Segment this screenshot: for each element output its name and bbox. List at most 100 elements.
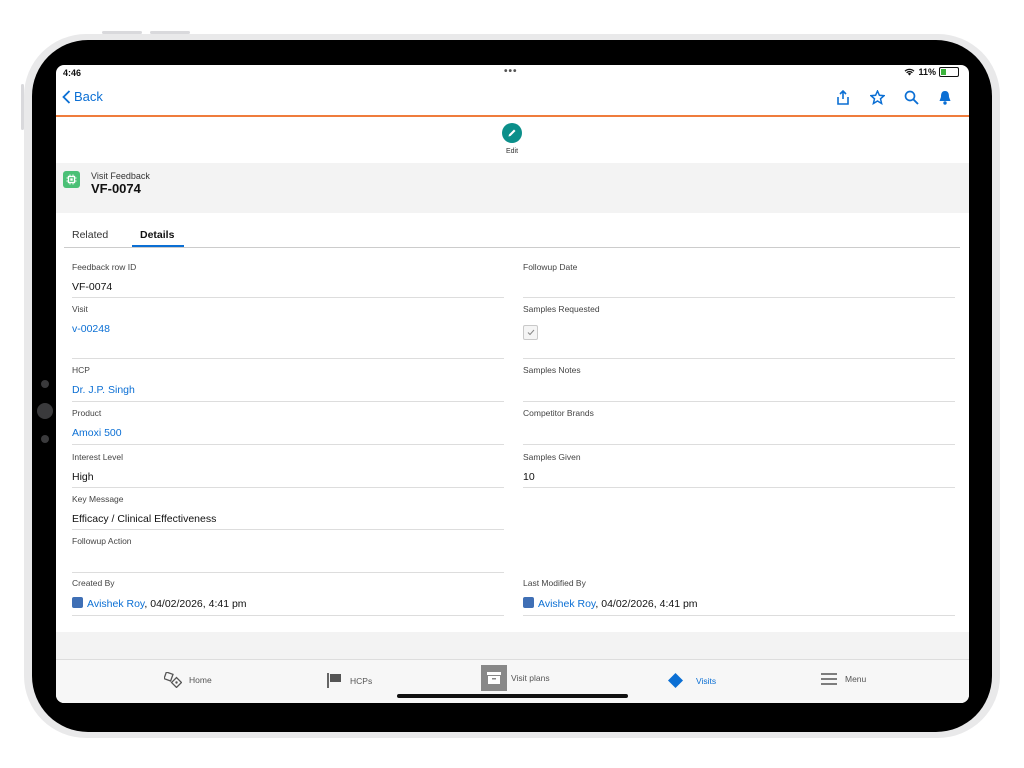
record-tabs: Related Details (64, 222, 960, 248)
modified-by-user-link[interactable]: Avishek Roy (538, 598, 595, 610)
tab-label: Menu (845, 674, 867, 684)
field-divider (523, 297, 955, 298)
tab-hcps[interactable]: HCPs (326, 672, 372, 689)
back-label: Back (74, 89, 103, 104)
field-competitor-brands: Competitor Brands (523, 408, 955, 445)
field-key-message: Key Message Efficacy / Clinical Effectiv… (72, 494, 504, 530)
tab-visit-plans[interactable]: Visit plans (481, 665, 550, 691)
tab-label: HCPs (350, 675, 373, 686)
samples-requested-checkbox (523, 325, 538, 340)
field-label: HCP (72, 365, 90, 375)
created-by-user-link[interactable]: Avishek Roy (87, 598, 144, 610)
back-button[interactable]: Back (62, 89, 103, 104)
tab-related[interactable]: Related (72, 229, 108, 241)
wifi-icon (905, 68, 915, 76)
check-icon (527, 329, 534, 336)
field-label: Samples Given (523, 452, 581, 462)
field-value: VF-0074 (72, 281, 113, 293)
field-divider (523, 444, 955, 445)
field-divider (523, 487, 955, 488)
tab-menu[interactable]: Menu (820, 672, 866, 686)
field-last-modified-by: Last Modified By Avishek Roy, 04/02/2026… (523, 578, 955, 616)
navigation-bar: Back (56, 81, 969, 117)
camera-dot (41, 380, 49, 388)
edit-button[interactable] (502, 123, 522, 143)
field-followup-date: Followup Date (523, 262, 955, 298)
visit-link[interactable]: v-00248 (72, 323, 504, 335)
chevron-left-icon (62, 89, 71, 104)
field-followup-action: Followup Action (72, 536, 504, 573)
battery-percent: 11% (918, 67, 936, 77)
field-label: Samples Requested (523, 304, 600, 314)
action-bar: Edit (56, 117, 969, 164)
home-indicator[interactable] (397, 694, 628, 698)
field-label: Competitor Brands (523, 408, 594, 418)
power-button (21, 84, 24, 130)
field-divider (523, 358, 955, 359)
battery-icon (939, 67, 959, 77)
field-label: Feedback row ID (72, 262, 137, 272)
flag-icon (327, 673, 341, 688)
menu-icon (821, 673, 837, 685)
field-samples-given: Samples Given 10 (523, 452, 955, 488)
field-samples-notes: Samples Notes (523, 365, 955, 402)
field-label: Interest Level (72, 452, 124, 462)
volume-button (150, 31, 190, 34)
field-divider (72, 529, 504, 530)
field-divider (72, 487, 504, 488)
field-divider (72, 572, 504, 573)
created-date: , 04/02/2026, 4:41 pm (144, 598, 247, 610)
field-value: Avishek Roy, 04/02/2026, 4:41 pm (523, 597, 955, 610)
multitask-dots[interactable]: ••• (504, 66, 518, 77)
field-divider (72, 358, 504, 359)
field-divider (72, 444, 504, 445)
field-samples-requested: Samples Requested (523, 304, 955, 359)
field-value: High (72, 471, 94, 483)
field-divider (72, 615, 504, 616)
field-product: Product Amoxi 500 (72, 408, 504, 445)
field-divider (523, 615, 955, 616)
user-avatar-icon (523, 597, 534, 608)
field-divider (523, 401, 955, 402)
bell-icon[interactable] (937, 89, 953, 105)
edit-label: Edit (505, 148, 519, 155)
volume-button (102, 31, 142, 34)
tab-visits[interactable]: Visits (667, 672, 716, 689)
star-icon[interactable] (869, 89, 885, 105)
record-title: VF-0074 (91, 181, 141, 196)
field-hcp: HCP Dr. J.P. Singh (72, 365, 504, 402)
tab-label: Home (189, 675, 212, 685)
search-icon[interactable] (903, 89, 919, 105)
record-type: Visit Feedback (91, 171, 150, 181)
tab-label: Visits (696, 675, 717, 686)
field-value: 10 (523, 471, 535, 483)
field-label: Followup Action (72, 536, 132, 546)
camera-sensor (41, 435, 49, 443)
status-time: 4:46 (63, 68, 82, 78)
pencil-icon (508, 129, 516, 137)
status-bar: 4:46 ••• 11% (56, 65, 969, 81)
field-label: Created By (72, 578, 115, 588)
field-created-by: Created By Avishek Roy, 04/02/2026, 4:41… (72, 578, 504, 616)
content-footer (56, 632, 969, 659)
field-label: Product (72, 408, 102, 418)
hcp-link[interactable]: Dr. J.P. Singh (72, 384, 504, 396)
field-interest-level: Interest Level High (72, 452, 504, 488)
share-icon[interactable] (835, 89, 851, 105)
modified-date: , 04/02/2026, 4:41 pm (595, 598, 698, 610)
tab-label: Visit plans (511, 673, 550, 683)
tab-details[interactable]: Details (140, 229, 174, 241)
tab-home[interactable]: Home (164, 672, 212, 688)
active-tab-indicator (132, 245, 184, 247)
field-label: Key Message (72, 494, 124, 504)
product-link[interactable]: Amoxi 500 (72, 427, 504, 439)
home-icon (164, 672, 182, 688)
field-value: Efficacy / Clinical Effectiveness (72, 513, 217, 525)
field-divider (72, 297, 504, 298)
user-avatar-icon (72, 597, 83, 608)
field-feedback-row-id: Feedback row ID VF-0074 (72, 262, 504, 298)
field-label: Visit (72, 304, 88, 314)
diamond-icon (668, 673, 683, 688)
field-label: Followup Date (523, 262, 578, 272)
field-value: Avishek Roy, 04/02/2026, 4:41 pm (72, 597, 504, 610)
